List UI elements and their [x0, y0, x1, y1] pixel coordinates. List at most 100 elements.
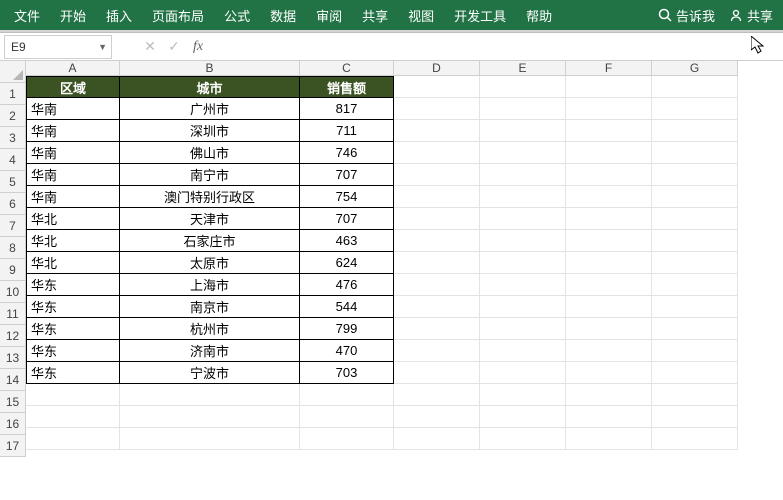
table-cell-r14-c2[interactable]: 703: [300, 362, 394, 384]
row-header-11[interactable]: 11: [0, 303, 26, 325]
table-cell-r6-c2[interactable]: 754: [300, 186, 394, 208]
cell-D4[interactable]: [394, 142, 480, 164]
cell-E17[interactable]: [480, 428, 566, 450]
row-header-14[interactable]: 14: [0, 369, 26, 391]
cell-B16[interactable]: [120, 406, 300, 428]
cell-G4[interactable]: [652, 142, 738, 164]
table-cell-r2-c0[interactable]: 华南: [26, 98, 120, 120]
table-cell-r3-c2[interactable]: 711: [300, 120, 394, 142]
ribbon-tab-2[interactable]: 插入: [96, 0, 142, 30]
table-cell-r6-c0[interactable]: 华南: [26, 186, 120, 208]
row-header-6[interactable]: 6: [0, 193, 26, 215]
cell-E7[interactable]: [480, 208, 566, 230]
cell-D9[interactable]: [394, 252, 480, 274]
table-cell-r5-c1[interactable]: 南宁市: [120, 164, 300, 186]
table-cell-r9-c2[interactable]: 624: [300, 252, 394, 274]
cell-G10[interactable]: [652, 274, 738, 296]
row-header-4[interactable]: 4: [0, 149, 26, 171]
table-cell-r10-c0[interactable]: 华东: [26, 274, 120, 296]
chevron-down-icon[interactable]: ▼: [98, 42, 107, 52]
cell-G2[interactable]: [652, 98, 738, 120]
cell-G14[interactable]: [652, 362, 738, 384]
cell-E3[interactable]: [480, 120, 566, 142]
cell-D17[interactable]: [394, 428, 480, 450]
cell-E2[interactable]: [480, 98, 566, 120]
cell-E11[interactable]: [480, 296, 566, 318]
cell-C16[interactable]: [300, 406, 394, 428]
row-header-10[interactable]: 10: [0, 281, 26, 303]
cell-E8[interactable]: [480, 230, 566, 252]
cell-G3[interactable]: [652, 120, 738, 142]
ribbon-tab-7[interactable]: 共享: [352, 0, 398, 30]
cell-F6[interactable]: [566, 186, 652, 208]
cell-G17[interactable]: [652, 428, 738, 450]
cell-F3[interactable]: [566, 120, 652, 142]
row-header-2[interactable]: 2: [0, 105, 26, 127]
table-cell-r10-c2[interactable]: 476: [300, 274, 394, 296]
share-button[interactable]: 共享: [723, 0, 779, 30]
row-header-17[interactable]: 17: [0, 435, 26, 457]
cell-E13[interactable]: [480, 340, 566, 362]
cell-D8[interactable]: [394, 230, 480, 252]
cell-G13[interactable]: [652, 340, 738, 362]
table-cell-r11-c1[interactable]: 南京市: [120, 296, 300, 318]
row-header-15[interactable]: 15: [0, 391, 26, 413]
row-header-3[interactable]: 3: [0, 127, 26, 149]
formula-input[interactable]: [210, 35, 783, 59]
tell-me-search[interactable]: 告诉我: [650, 0, 723, 30]
table-cell-r13-c1[interactable]: 济南市: [120, 340, 300, 362]
cell-F9[interactable]: [566, 252, 652, 274]
cell-F11[interactable]: [566, 296, 652, 318]
row-header-13[interactable]: 13: [0, 347, 26, 369]
cell-B15[interactable]: [120, 384, 300, 406]
table-cell-r14-c1[interactable]: 宁波市: [120, 362, 300, 384]
table-cell-r10-c1[interactable]: 上海市: [120, 274, 300, 296]
cell-F17[interactable]: [566, 428, 652, 450]
table-cell-r14-c0[interactable]: 华东: [26, 362, 120, 384]
cell-F10[interactable]: [566, 274, 652, 296]
table-header-0[interactable]: 区域: [26, 76, 120, 98]
row-header-9[interactable]: 9: [0, 259, 26, 281]
table-cell-r8-c0[interactable]: 华北: [26, 230, 120, 252]
cell-D6[interactable]: [394, 186, 480, 208]
table-cell-r4-c0[interactable]: 华南: [26, 142, 120, 164]
cell-D16[interactable]: [394, 406, 480, 428]
cancel-button[interactable]: ✕: [138, 35, 162, 59]
col-header-E[interactable]: E: [480, 61, 566, 76]
table-cell-r7-c1[interactable]: 天津市: [120, 208, 300, 230]
col-header-F[interactable]: F: [566, 61, 652, 76]
cell-G11[interactable]: [652, 296, 738, 318]
cell-A16[interactable]: [26, 406, 120, 428]
table-header-1[interactable]: 城市: [120, 76, 300, 98]
select-all-corner[interactable]: [0, 61, 26, 83]
table-cell-r12-c0[interactable]: 华东: [26, 318, 120, 340]
cell-G1[interactable]: [652, 76, 738, 98]
cell-G16[interactable]: [652, 406, 738, 428]
row-header-5[interactable]: 5: [0, 171, 26, 193]
table-cell-r2-c2[interactable]: 817: [300, 98, 394, 120]
cell-F13[interactable]: [566, 340, 652, 362]
cell-F14[interactable]: [566, 362, 652, 384]
table-cell-r6-c1[interactable]: 澳门特别行政区: [120, 186, 300, 208]
cell-B17[interactable]: [120, 428, 300, 450]
cell-E9[interactable]: [480, 252, 566, 274]
cell-E14[interactable]: [480, 362, 566, 384]
table-cell-r9-c1[interactable]: 太原市: [120, 252, 300, 274]
cell-F5[interactable]: [566, 164, 652, 186]
table-cell-r3-c0[interactable]: 华南: [26, 120, 120, 142]
cell-G9[interactable]: [652, 252, 738, 274]
cell-D3[interactable]: [394, 120, 480, 142]
cell-D12[interactable]: [394, 318, 480, 340]
cell-F2[interactable]: [566, 98, 652, 120]
confirm-button[interactable]: ✓: [162, 35, 186, 59]
col-header-D[interactable]: D: [394, 61, 480, 76]
ribbon-tab-4[interactable]: 公式: [214, 0, 260, 30]
cell-C17[interactable]: [300, 428, 394, 450]
grid-body[interactable]: 区域城市销售额华南广州市817华南深圳市711华南佛山市746华南南宁市707华…: [26, 76, 783, 450]
table-cell-r5-c2[interactable]: 707: [300, 164, 394, 186]
ribbon-tab-8[interactable]: 视图: [398, 0, 444, 30]
ribbon-tab-1[interactable]: 开始: [50, 0, 96, 30]
table-cell-r4-c1[interactable]: 佛山市: [120, 142, 300, 164]
cell-D2[interactable]: [394, 98, 480, 120]
cell-E15[interactable]: [480, 384, 566, 406]
